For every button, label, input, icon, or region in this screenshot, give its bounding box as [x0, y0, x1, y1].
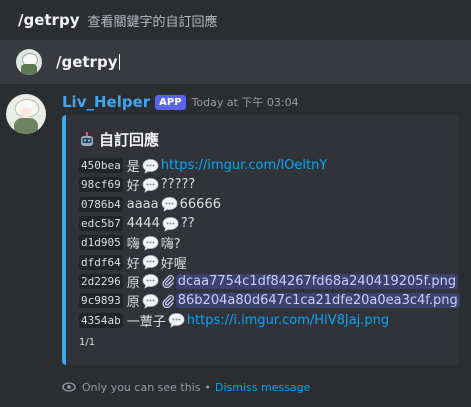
ephemeral-text: Only you can see this — [82, 380, 201, 394]
message-header: Liv_Helper APP Today at 下午 03:04 — [62, 93, 299, 111]
reply-row: 2d2296 原 dcaa7754c1df84267fd68a240419205f.… — [79, 272, 460, 291]
embed-title: 自訂回應 — [79, 129, 159, 150]
reply-id: 4354ab — [79, 312, 123, 328]
reply-row: edc5b7 4444?? — [79, 214, 460, 233]
reply-keyword: 嗨 — [126, 237, 140, 253]
reply-keyword: 是 — [126, 160, 140, 176]
app-badge: APP — [155, 94, 186, 110]
reply-value: ?? — [180, 216, 195, 232]
speech-bubble-icon — [161, 196, 178, 212]
reply-link[interactable]: https://i.imgur.com/HlV8Jaj.png — [187, 313, 389, 328]
speech-bubble-icon — [162, 216, 179, 232]
separator: • — [204, 380, 212, 394]
reply-row: d1d905 嗨 嗨? — [79, 233, 460, 252]
reply-id: d1d905 — [79, 235, 123, 251]
reply-link[interactable]: https://imgur.com/lOeltnY — [161, 158, 328, 173]
speech-bubble-icon — [142, 254, 159, 270]
reply-row: 0786b4 aaaa 66666 — [79, 195, 460, 214]
reply-id: 9c9893 — [79, 293, 123, 309]
reply-keyword: 好 — [126, 179, 140, 195]
reply-keyword: 原 — [126, 275, 140, 291]
reply-keyword: 一蕈子 — [126, 314, 166, 330]
reply-attachment[interactable]: dcaa7754c1df84267fd68a240419205f.png — [175, 273, 459, 289]
command-hint-bar: /getrpy 查看關鍵字的自訂回應 — [0, 0, 471, 40]
paperclip-icon — [161, 274, 175, 289]
reply-list: 450bea 是 https://imgur.com/lOeltnY 98cf69 好?… — [79, 156, 460, 330]
reply-value: 嗨? — [160, 237, 181, 253]
text-caret — [119, 54, 121, 70]
reply-id: 2d2296 — [79, 273, 123, 289]
embed: 自訂回應 450bea 是 https://imgur.com/lOeltnY 98c… — [62, 115, 460, 365]
bot-avatar-small — [16, 49, 42, 75]
speech-bubble-icon — [142, 235, 159, 251]
reply-value: ????? — [160, 177, 196, 193]
reply-id: 450bea — [79, 158, 123, 174]
paperclip-icon — [161, 294, 175, 308]
reply-keyword: 原 — [126, 295, 140, 311]
reply-row: 98cf69 好????? — [79, 175, 460, 194]
reply-row: 450bea 是 https://imgur.com/lOeltnY — [79, 156, 460, 175]
speech-bubble-icon — [168, 312, 185, 328]
avatar[interactable] — [6, 94, 46, 134]
reply-value: 66666 — [179, 196, 221, 212]
robot-icon — [81, 131, 93, 146]
embed-title-text: 自訂回應 — [99, 131, 160, 149]
reply-id: 98cf69 — [79, 177, 123, 193]
username[interactable]: Liv_Helper — [62, 93, 150, 111]
bot-message: Liv_Helper APP Today at 下午 03:04 自訂回應 45… — [0, 88, 471, 407]
reply-attachment[interactable]: 86b204a80d647c1ca21dfe20a0ea3c4f.png — [175, 293, 460, 309]
reply-row: 4354ab 一蕈子 https://i.imgur.com/HlV8Jaj.png — [79, 310, 460, 330]
ephemeral-notice: Only you can see this • Dismiss message — [62, 380, 310, 394]
reply-keyword: 好 — [126, 256, 140, 272]
reply-keyword: 4444 — [126, 216, 160, 232]
reply-row: 9c9893 原 86b204a80d647c1ca21dfe20a0ea3c4f.… — [79, 291, 460, 310]
command-name: /getrpy — [18, 11, 80, 29]
dismiss-message-link[interactable]: Dismiss message — [215, 381, 310, 394]
command-description: 查看關鍵字的自訂回應 — [87, 14, 218, 30]
speech-bubble-icon — [142, 273, 159, 290]
reply-value: 好喔 — [160, 256, 187, 272]
reply-id: 0786b4 — [79, 196, 123, 212]
timestamp: Today at 下午 03:04 — [191, 96, 299, 109]
reply-keyword: aaaa — [126, 196, 159, 212]
reply-row: dfdf64 好 好喔 — [79, 252, 460, 272]
speech-bubble-icon — [142, 158, 159, 174]
reply-id: edc5b7 — [79, 216, 123, 232]
speech-bubble-icon — [142, 177, 159, 193]
speech-bubble-icon — [142, 293, 159, 309]
eye-icon — [62, 382, 76, 392]
reply-id: dfdf64 — [79, 254, 123, 270]
input-value[interactable]: /getrpy — [56, 53, 117, 71]
embed-footer: 1/1 — [79, 337, 96, 348]
message-input[interactable]: /getrpy — [0, 40, 471, 84]
